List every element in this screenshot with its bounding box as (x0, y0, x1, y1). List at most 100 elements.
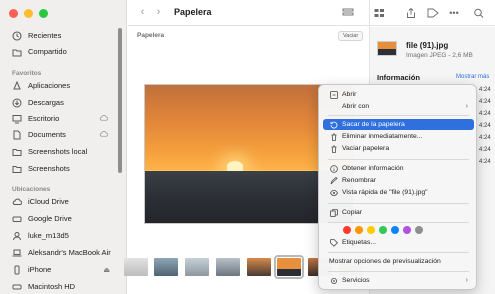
sidebar-item-label: Escritorio (28, 114, 60, 123)
eye-icon (329, 188, 338, 197)
sidebar-item-label: Screenshots (28, 164, 70, 173)
sidebar-item-macintosh-hd[interactable]: Macintosh HD (12, 279, 75, 294)
tag-colors (343, 226, 423, 234)
share-icon[interactable] (403, 6, 419, 19)
sidebar-item-compartido[interactable]: Compartido (12, 44, 67, 59)
show-more-link[interactable]: Mostrar más (456, 74, 489, 80)
view-options-icon[interactable] (340, 6, 356, 19)
tag-icon (329, 238, 338, 247)
tag-green[interactable] (379, 226, 387, 234)
thumbnail[interactable] (185, 258, 209, 276)
desktop-icon (12, 114, 22, 124)
menu-item-label: Servicios (342, 277, 370, 284)
tag-blue[interactable] (391, 226, 399, 234)
laptop-icon (12, 248, 22, 258)
thumbnail[interactable] (216, 258, 240, 276)
sidebar-item-label: Screenshots local (28, 147, 88, 156)
menu-item-label: Abrir con (342, 103, 370, 110)
more-icon[interactable]: ••• (446, 6, 462, 19)
sidebar-item-iphone[interactable]: iPhone (12, 262, 51, 277)
sidebar-item-label: iCloud Drive (28, 197, 69, 206)
menu-item-quick-look[interactable]: Vista rápida de "file (91).jpg" (323, 187, 474, 198)
thumbnail[interactable] (124, 258, 148, 276)
tag-red[interactable] (343, 226, 351, 234)
finder-window: Recientes Compartido Favoritos Aplicacio… (0, 0, 495, 294)
downloads-icon (12, 98, 22, 108)
thumbnail[interactable] (247, 258, 271, 276)
search-icon[interactable] (471, 6, 487, 19)
empty-trash-button[interactable]: Vaciar (338, 31, 364, 41)
sidebar-item-descargas[interactable]: Descargas (12, 95, 64, 110)
sidebar-item-macbook-air[interactable]: Aleksandr's MacBook Air (12, 245, 111, 260)
copy-icon (329, 208, 338, 217)
sidebar-item-luke[interactable]: luke_m13d5 (12, 228, 69, 243)
menu-item-tags[interactable]: Etiquetas... (323, 237, 474, 248)
tag-purple[interactable] (403, 226, 411, 234)
tag-gray[interactable] (415, 226, 423, 234)
info-section-title: Información (377, 73, 420, 82)
menu-item-label: Sacar de la papelera (342, 121, 405, 128)
menu-item-open-with[interactable]: Abrir con › (323, 101, 474, 112)
file-name: file (91).jpg (406, 41, 449, 50)
menu-item-label: Obtener información (342, 165, 404, 172)
menu-item-delete-now[interactable]: Eliminar inmediatamente... (323, 131, 474, 142)
menu-item-label: Mostrar opciones de previsualización (329, 258, 441, 265)
sidebar-item-google-drive[interactable]: Google Drive (12, 211, 72, 226)
sidebar-item-label: Macintosh HD (28, 282, 76, 291)
sidebar-item-label: Aplicaciones (28, 81, 71, 90)
sidebar-item-label: Google Drive (28, 214, 72, 223)
menu-separator (328, 252, 469, 253)
menu-item-empty-trash[interactable]: Vaciar papelera (323, 143, 474, 154)
menu-item-preview-options[interactable]: Mostrar opciones de previsualización (323, 256, 474, 267)
tag-icon[interactable] (425, 6, 441, 19)
sidebar-item-escritorio[interactable]: Escritorio (12, 111, 59, 126)
close-button[interactable] (9, 9, 18, 18)
menu-item-get-info[interactable]: Obtener información (323, 163, 474, 174)
menu-separator (328, 159, 469, 160)
zoom-button[interactable] (39, 9, 48, 18)
menu-item-label: Etiquetas... (342, 239, 377, 246)
menu-item-label: Eliminar inmediatamente... (342, 133, 423, 140)
disk-icon (12, 282, 22, 292)
menu-item-copy[interactable]: Copiar (323, 207, 474, 218)
back-button[interactable]: ‹ (136, 6, 149, 19)
menu-item-rename[interactable]: Renombrar (323, 175, 474, 186)
eject-icon[interactable]: ⏏ (103, 266, 110, 274)
sidebar-scrollbar[interactable] (118, 28, 122, 173)
menu-item-open[interactable]: Abrir (323, 89, 474, 100)
folder-label: Papelera (137, 32, 165, 39)
sidebar: Recientes Compartido Favoritos Aplicacio… (0, 0, 127, 294)
trash-icon (329, 144, 338, 153)
menu-item-label: Vista rápida de "file (91).jpg" (342, 189, 428, 196)
sidebar-item-label: Compartido (28, 47, 67, 56)
info-time: 4:24 (479, 123, 491, 129)
sidebar-item-label: Documents (28, 130, 66, 139)
sidebar-item-icloud-drive[interactable]: iCloud Drive (12, 194, 69, 209)
cloud-icon (12, 197, 22, 207)
sidebar-item-documents[interactable]: Documents (12, 127, 66, 142)
sidebar-item-label: Recientes (28, 31, 62, 40)
forward-button[interactable]: › (152, 6, 165, 19)
menu-item-label: Vaciar papelera (342, 145, 390, 152)
menu-item-services[interactable]: Servicios › (323, 275, 474, 286)
phone-icon (12, 265, 22, 275)
sidebar-item-label: Aleksandr's MacBook Air (28, 248, 111, 257)
group-icon[interactable] (372, 6, 388, 19)
cloud-icon (99, 131, 108, 137)
minimize-button[interactable] (24, 9, 33, 18)
favorites-header: Favoritos (12, 70, 42, 77)
info-time: 4:24 (479, 111, 491, 117)
thumbnail[interactable] (154, 258, 178, 276)
sidebar-item-screenshots[interactable]: Screenshots (12, 161, 70, 176)
tag-orange[interactable] (355, 226, 363, 234)
toolbar: ‹ › Papelera ••• (128, 0, 495, 26)
clock-icon (12, 30, 22, 41)
thumbnail-selected[interactable] (274, 255, 304, 279)
tag-yellow[interactable] (367, 226, 375, 234)
sidebar-item-screenshots-local[interactable]: Screenshots local (12, 144, 87, 159)
menu-item-put-back[interactable]: Sacar de la papelera (323, 119, 474, 130)
drive-icon (12, 214, 22, 224)
sidebar-item-aplicaciones[interactable]: Aplicaciones (12, 78, 70, 93)
sidebar-item-recientes[interactable]: Recientes (12, 28, 61, 43)
info-time: 4:24 (479, 87, 491, 93)
